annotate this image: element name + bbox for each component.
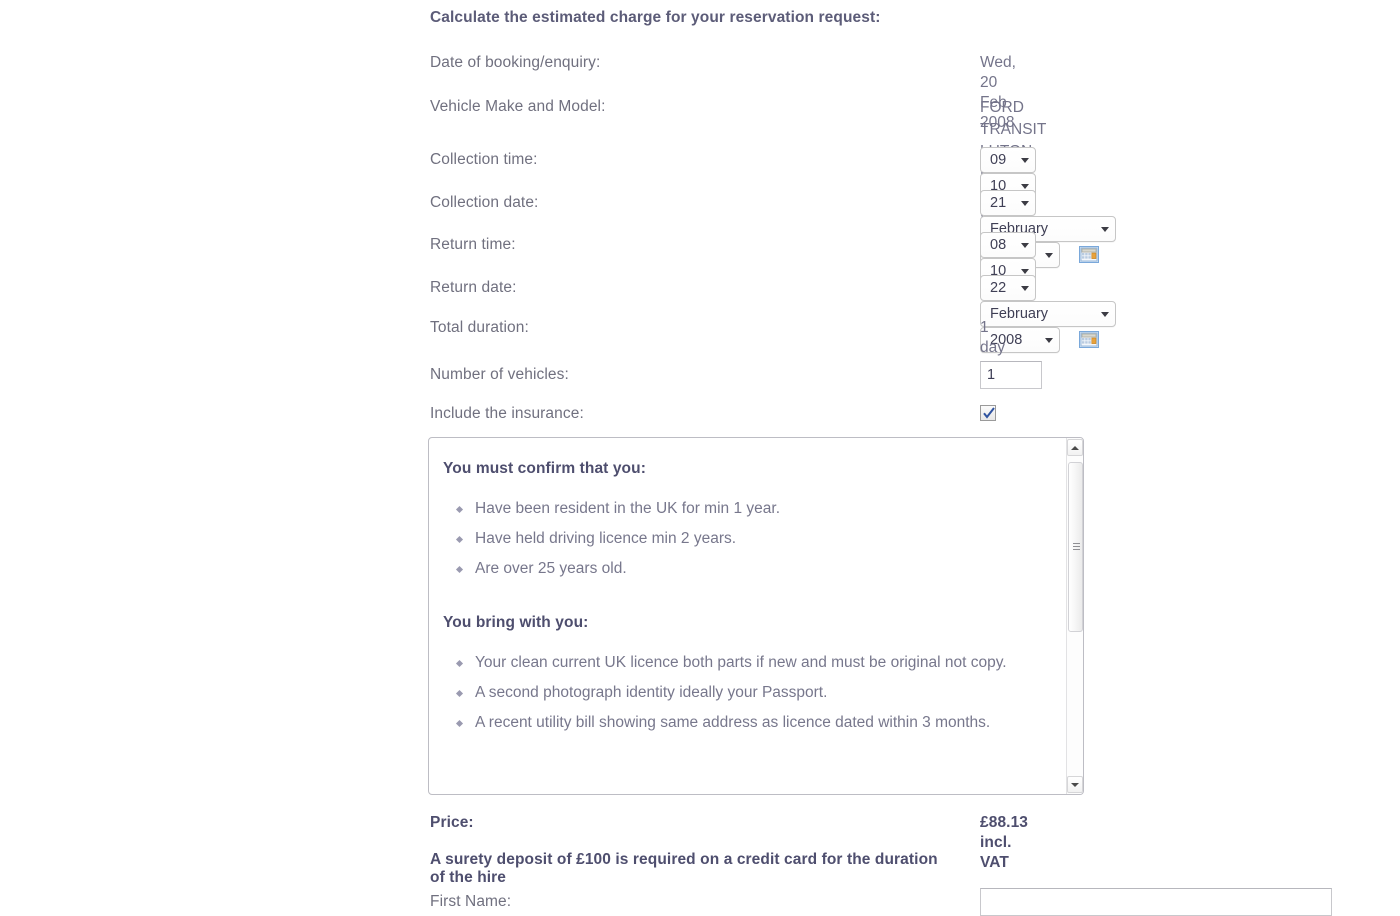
terms-scrollbar[interactable] (1066, 438, 1083, 794)
include-insurance-label: Include the insurance: (430, 405, 584, 422)
booking-date-label: Date of booking/enquiry: (430, 54, 601, 71)
list-item: Your clean current UK licence both parts… (455, 648, 1033, 678)
return-date-label: Return date: (430, 279, 517, 296)
page-title: Calculate the estimated charge for your … (430, 9, 881, 26)
list-item: Are over 25 years old. (455, 554, 1033, 584)
list-item: A recent utility bill showing same addre… (455, 708, 1033, 738)
return-time-label: Return time: (430, 236, 516, 253)
bullet-icon (455, 659, 464, 668)
list-item-text: Your clean current UK licence both parts… (475, 654, 1007, 671)
chevron-down-icon (1021, 268, 1029, 274)
terms-scroll-panel[interactable]: You must confirm that you: Have been res… (428, 437, 1084, 795)
reservation-charge-page: Calculate the estimated charge for your … (0, 0, 1400, 916)
total-duration-label: Total duration: (430, 319, 529, 336)
chevron-down-icon (1021, 200, 1029, 206)
confirm-list: Have been resident in the UK for min 1 y… (443, 494, 1033, 584)
scrollbar-thumb-grip-icon (1073, 543, 1080, 551)
number-of-vehicles-label: Number of vehicles: (430, 366, 569, 383)
checkmark-icon (983, 407, 995, 419)
deposit-notice: A surety deposit of £100 is required on … (430, 851, 938, 886)
row-number-of-vehicles: Number of vehicles: (0, 361, 1042, 389)
list-item: Have been resident in the UK for min 1 y… (455, 494, 1033, 524)
chevron-down-icon (1021, 285, 1029, 291)
collection-time-hour-select[interactable]: 09 (980, 147, 1036, 173)
return-time-hour-value: 08 (990, 237, 1007, 253)
chevron-down-icon (1021, 242, 1029, 248)
return-time-hour-select[interactable]: 08 (980, 232, 1036, 258)
collection-date-day-value: 21 (990, 195, 1007, 211)
terms-content: You must confirm that you: Have been res… (429, 438, 1049, 794)
list-item-text: A recent utility bill showing same addre… (475, 714, 991, 731)
scroll-up-arrow-icon (1071, 445, 1079, 450)
list-item-text: Are over 25 years old. (475, 560, 627, 577)
row-first-name: First Name: (0, 888, 1332, 916)
first-name-label: First Name: (430, 893, 512, 910)
calendar-icon[interactable] (1079, 330, 1100, 348)
bring-heading: You bring with you: (443, 614, 589, 631)
chevron-down-icon (1045, 337, 1053, 343)
scroll-down-button[interactable] (1067, 776, 1083, 793)
scroll-up-button[interactable] (1067, 439, 1083, 456)
bullet-icon (455, 565, 464, 574)
chevron-down-icon (1021, 157, 1029, 163)
price-label: Price: (430, 814, 474, 831)
chevron-down-icon (1045, 252, 1053, 258)
bring-list: Your clean current UK licence both parts… (443, 648, 1033, 738)
bullet-icon (455, 505, 464, 514)
collection-time-label: Collection time: (430, 151, 538, 168)
list-item-text: Have been resident in the UK for min 1 y… (475, 500, 780, 517)
return-date-day-select[interactable]: 22 (980, 275, 1036, 301)
bullet-icon (455, 719, 464, 728)
chevron-down-icon (1021, 183, 1029, 189)
number-of-vehicles-input[interactable] (980, 361, 1042, 389)
chevron-down-icon (1101, 226, 1109, 232)
row-include-insurance: Include the insurance: (0, 403, 996, 424)
row-deposit-notice: A surety deposit of £100 is required on … (0, 851, 940, 887)
collection-time-hour-value: 09 (990, 152, 1007, 168)
list-item: A second photograph identity ideally you… (455, 678, 1033, 708)
row-total-duration: Total duration: 1 day (0, 318, 1005, 358)
list-item-text: Have held driving licence min 2 years. (475, 530, 737, 547)
include-insurance-checkbox[interactable] (980, 404, 996, 421)
total-duration-value: 1 day (980, 319, 1005, 356)
confirm-heading: You must confirm that you: (443, 460, 646, 477)
list-item: Have held driving licence min 2 years. (455, 524, 1033, 554)
price-value: £88.13 incl. VAT (980, 814, 1029, 871)
chevron-down-icon (1101, 311, 1109, 317)
calendar-icon[interactable] (1079, 245, 1100, 263)
collection-date-label: Collection date: (430, 194, 539, 211)
list-item-text: A second photograph identity ideally you… (475, 684, 828, 701)
page-title-row: Calculate the estimated charge for your … (0, 8, 940, 28)
return-date-day-value: 22 (990, 280, 1007, 296)
first-name-input[interactable] (980, 888, 1332, 916)
collection-date-day-select[interactable]: 21 (980, 190, 1036, 216)
vehicle-label: Vehicle Make and Model: (430, 98, 606, 115)
scroll-down-arrow-icon (1071, 782, 1079, 787)
bullet-icon (455, 689, 464, 698)
bullet-icon (455, 535, 464, 544)
scrollbar-thumb[interactable] (1068, 462, 1083, 632)
